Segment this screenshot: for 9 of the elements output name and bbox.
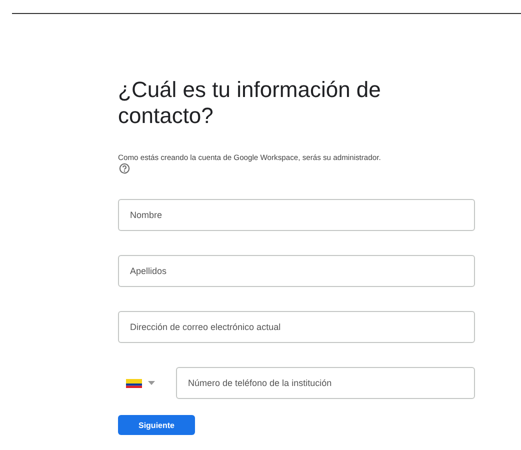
dropdown-caret-icon[interactable] (148, 381, 155, 385)
help-icon[interactable] (119, 163, 130, 174)
phone-field[interactable]: Número de teléfono de la institución (176, 367, 475, 399)
next-button[interactable]: Siguiente (118, 415, 195, 435)
text-field[interactable]: Dirección de correo electrónico actual (118, 311, 475, 343)
text-field[interactable]: Nombre (118, 199, 475, 231)
page-title: ¿Cuál es tu información de contacto? (118, 77, 382, 129)
text-field[interactable]: Apellidos (118, 255, 475, 287)
flag-icon[interactable] (126, 378, 142, 388)
